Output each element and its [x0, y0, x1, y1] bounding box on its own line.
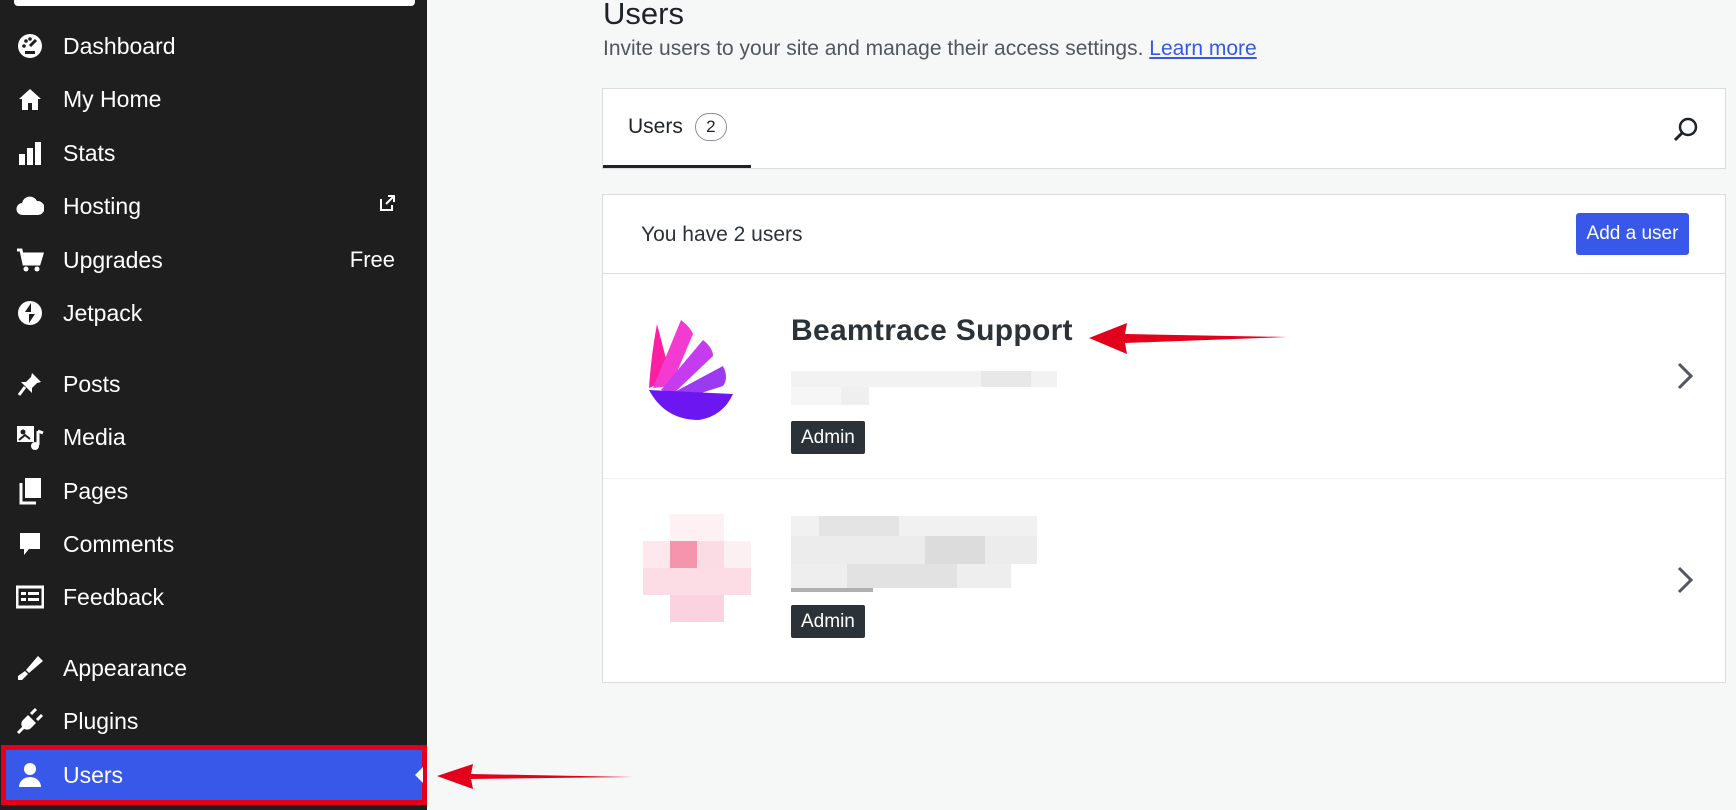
user-name: Beamtrace Support [791, 314, 1073, 347]
feedback-icon [16, 583, 44, 611]
sidebar-item-users[interactable]: Users [1, 745, 427, 805]
sidebar-item-label: Media [63, 423, 126, 450]
sidebar-item-label: Comments [63, 530, 175, 557]
users-list-card: You have 2 users Add a user Beamtrace Su… [602, 194, 1726, 683]
sidebar-item-posts[interactable]: Posts [0, 358, 427, 410]
learn-more-link[interactable]: Learn more [1149, 37, 1256, 60]
sidebar-item-label: Dashboard [63, 32, 176, 59]
chevron-right-icon [1677, 566, 1694, 594]
active-indicator [415, 767, 423, 783]
redacted-user-name [791, 516, 1037, 592]
user-row[interactable]: Beamtrace Support Admin [603, 274, 1725, 479]
cart-icon [16, 246, 44, 274]
avatar [643, 514, 751, 622]
brush-icon [16, 654, 44, 682]
sidebar-item-label: Pages [63, 477, 129, 504]
sidebar-item-my-home[interactable]: My Home [0, 73, 427, 125]
avatar [649, 320, 733, 420]
user-row[interactable]: Admin [603, 478, 1725, 682]
plug-icon [16, 707, 44, 735]
search-button[interactable] [1671, 115, 1701, 145]
comment-icon [16, 530, 44, 558]
users-card-header: You have 2 users Add a user [603, 195, 1725, 274]
sidebar-item-appearance[interactable]: Appearance [0, 642, 427, 694]
sidebar-item-dashboard[interactable]: Dashboard [0, 20, 427, 72]
sidebar-item-stats[interactable]: Stats [0, 127, 427, 179]
search-icon [1673, 117, 1698, 142]
sidebar-item-plugins[interactable]: Plugins [0, 695, 427, 747]
page-subtitle-text: Invite users to your site and manage the… [603, 37, 1144, 60]
sidebar: Dashboard My Home Stats Hosting Upgrades… [0, 0, 427, 810]
annotation-arrow-icon [1089, 323, 1287, 354]
sidebar-item-label: Jetpack [63, 299, 143, 326]
pin-icon [16, 370, 44, 398]
page-title: Users [603, 0, 684, 31]
sidebar-item-jetpack[interactable]: Jetpack [0, 287, 427, 339]
sidebar-item-pages[interactable]: Pages [0, 465, 427, 517]
sidebar-item-label: Appearance [63, 654, 188, 681]
sidebar-search-field[interactable] [14, 0, 415, 6]
page-subtitle: Invite users to your site and manage the… [603, 37, 1257, 61]
dashboard-icon [16, 32, 44, 60]
tab-users[interactable]: Users 2 [603, 89, 751, 168]
media-icon [16, 423, 44, 451]
role-badge: Admin [791, 605, 865, 638]
sidebar-item-label: My Home [63, 85, 162, 112]
pages-icon [16, 477, 44, 505]
external-link-icon [377, 192, 397, 219]
sidebar-item-media[interactable]: Media [0, 411, 427, 463]
tab-label: Users [628, 115, 683, 138]
plan-badge: Free [349, 247, 395, 272]
sidebar-item-label: Hosting [63, 192, 141, 219]
role-badge: Admin [791, 421, 865, 454]
sidebar-item-label: Plugins [63, 707, 139, 734]
jetpack-icon [16, 299, 44, 327]
sidebar-item-label: Stats [63, 139, 116, 166]
users-tab-bar: Users 2 [602, 88, 1726, 169]
annotation-arrow-icon [437, 764, 633, 789]
add-user-button[interactable]: Add a user [1576, 213, 1689, 255]
sidebar-item-label: Posts [63, 370, 121, 397]
user-count-text: You have 2 users [641, 223, 803, 246]
cloud-icon [16, 192, 44, 220]
sidebar-item-hosting[interactable]: Hosting [0, 180, 427, 232]
sidebar-item-feedback[interactable]: Feedback [0, 571, 427, 623]
sidebar-item-label: Users [63, 761, 124, 788]
redacted-email [791, 371, 1057, 405]
stats-icon [16, 139, 44, 167]
sidebar-item-comments[interactable]: Comments [0, 518, 427, 570]
sidebar-item-label: Feedback [63, 583, 165, 610]
tab-count-badge: 2 [694, 113, 727, 141]
home-icon [16, 85, 44, 113]
sidebar-item-upgrades[interactable]: Upgrades Free [0, 234, 427, 286]
sidebar-item-label: Upgrades [63, 246, 163, 273]
user-icon [16, 761, 44, 789]
chevron-right-icon [1677, 362, 1694, 390]
